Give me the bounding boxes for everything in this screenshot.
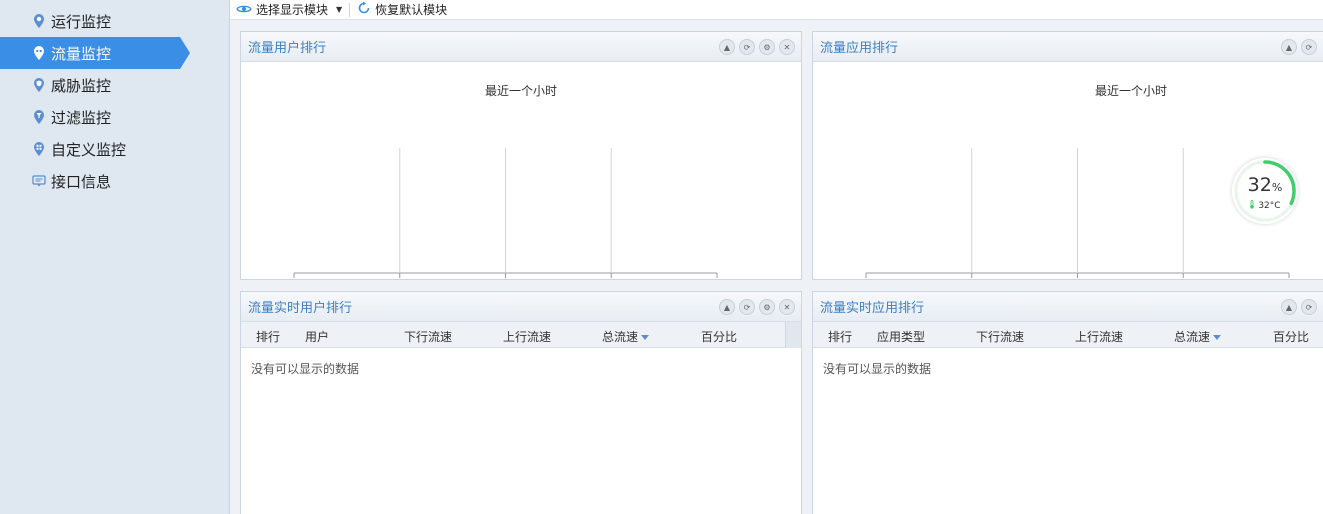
module-toolbar: 选择显示模块 ▼ 恢复默认模块: [230, 0, 1323, 20]
cpu-usage-gauge[interactable]: 32% 32°C: [1232, 158, 1298, 224]
empty-message: 没有可以显示的数据: [251, 362, 360, 376]
refresh-icon[interactable]: ⟳: [1301, 299, 1317, 315]
column-rank[interactable]: 排行: [828, 328, 852, 345]
custom-monitor-icon: [32, 141, 46, 157]
panel-header: 流量应用排行 ▲ ⟳: [813, 32, 1323, 62]
column-down-rate[interactable]: 下行流速: [976, 328, 1024, 345]
filter-monitor-icon: [32, 109, 46, 125]
header-scroll-spacer: [785, 322, 801, 348]
column-percent[interactable]: 百分比: [1273, 328, 1309, 345]
panel-title: 流量实时用户排行: [248, 301, 353, 316]
column-rank[interactable]: 排行: [256, 328, 280, 345]
app-rank-panel: 流量应用排行 ▲ ⟳ 最近一个小时 0B0.2B0.5B0.7B1B: [812, 31, 1323, 280]
column-down-rate[interactable]: 下行流速: [404, 328, 452, 345]
user-rank-chart: 0B0.2B0.5B0.7B1B: [293, 148, 718, 278]
refresh-icon: [357, 1, 371, 18]
collapse-icon[interactable]: ▲: [1281, 299, 1297, 315]
panel-title: 流量应用排行: [820, 41, 899, 56]
eye-icon: [236, 3, 252, 17]
caret-down-icon: ▼: [336, 5, 343, 14]
collapse-icon[interactable]: ▲: [719, 299, 735, 315]
select-modules-label: 选择显示模块: [256, 3, 329, 17]
sidebar-item-label: 运行监控: [51, 12, 112, 31]
column-total-rate-label: 总流速: [602, 330, 639, 344]
sidebar-item-label: 威胁监控: [51, 76, 112, 95]
close-icon[interactable]: ✕: [779, 299, 795, 315]
gauge-unit: %: [1271, 181, 1283, 194]
thermometer-icon: [1250, 200, 1255, 209]
sidebar-item-traffic-monitor[interactable]: 流量监控: [0, 37, 230, 69]
gauge-number: 32: [1247, 174, 1272, 196]
collapse-icon[interactable]: ▲: [1281, 39, 1297, 55]
column-total-rate-label: 总流速: [1174, 330, 1211, 344]
sidebar-item-label: 自定义监控: [51, 140, 127, 159]
panel-title: 流量用户排行: [248, 41, 327, 56]
sidebar-item-interface-info[interactable]: 接口信息: [0, 165, 230, 197]
table-header: 排行 应用类型 下行流速 上行流速 总流速 百分比: [813, 322, 1323, 348]
collapse-icon[interactable]: ▲: [719, 39, 735, 55]
column-up-rate[interactable]: 上行流速: [503, 328, 551, 345]
user-rank-panel: 流量用户排行 ▲ ⟳ ⚙ ✕ 最近一个小时 0B0.2B0.5B0.7B1B: [240, 31, 802, 280]
panel-header: 流量实时应用排行 ▲ ⟳: [813, 292, 1323, 322]
refresh-icon[interactable]: ⟳: [1301, 39, 1317, 55]
select-modules-button[interactable]: 选择显示模块 ▼: [236, 1, 342, 18]
run-monitor-icon: [32, 13, 46, 29]
refresh-icon[interactable]: ⟳: [739, 39, 755, 55]
gear-icon[interactable]: ⚙: [759, 299, 775, 315]
threat-monitor-icon: [32, 77, 46, 93]
gauge-temp-value: 32°C: [1258, 201, 1281, 211]
sidebar-item-threat-monitor[interactable]: 威胁监控: [0, 69, 230, 101]
sidebar-item-label: 过滤监控: [51, 108, 112, 127]
empty-message: 没有可以显示的数据: [823, 362, 932, 376]
sidebar-item-run-monitor[interactable]: 运行监控: [0, 5, 230, 37]
panel-tools: ▲ ⟳: [1281, 39, 1317, 55]
gear-icon[interactable]: ⚙: [759, 39, 775, 55]
panel-header: 流量用户排行 ▲ ⟳ ⚙ ✕: [241, 32, 801, 62]
column-total-rate[interactable]: 总流速: [602, 328, 650, 345]
panel-tools: ▲ ⟳: [1281, 299, 1317, 315]
panel-title: 流量实时应用排行: [820, 301, 925, 316]
column-app-type[interactable]: 应用类型: [877, 328, 925, 345]
sidebar-item-label: 流量监控: [51, 44, 112, 63]
sort-desc-icon: [1213, 335, 1222, 340]
panel-tools: ▲ ⟳ ⚙ ✕: [719, 299, 795, 315]
panel-header: 流量实时用户排行 ▲ ⟳ ⚙ ✕: [241, 292, 801, 322]
table-header: 排行 用户 下行流速 上行流速 总流速 百分比: [241, 322, 801, 348]
sidebar-item-filter-monitor[interactable]: 过滤监控: [0, 101, 230, 133]
gauge-value: 32%: [1232, 174, 1298, 196]
refresh-icon[interactable]: ⟳: [739, 299, 755, 315]
realtime-app-panel: 流量实时应用排行 ▲ ⟳ 排行 应用类型 下行流速 上行流速 总流速 百分比 没…: [812, 291, 1323, 514]
gauge-temperature: 32°C: [1232, 200, 1298, 211]
column-up-rate[interactable]: 上行流速: [1075, 328, 1123, 345]
column-total-rate[interactable]: 总流速: [1174, 328, 1222, 345]
column-percent[interactable]: 百分比: [701, 328, 737, 345]
close-icon[interactable]: ✕: [779, 39, 795, 55]
sidebar-item-custom-monitor[interactable]: 自定义监控: [0, 133, 230, 165]
restore-default-label: 恢复默认模块: [375, 3, 448, 17]
column-user[interactable]: 用户: [305, 328, 329, 345]
panel-tools: ▲ ⟳ ⚙ ✕: [719, 39, 795, 55]
toolbar-divider: [349, 2, 351, 17]
sort-desc-icon: [641, 335, 650, 340]
restore-default-button[interactable]: 恢复默认模块: [357, 1, 447, 18]
sidebar: 运行监控 流量监控 威胁监控 过滤监控 自定义监控 接口信息: [0, 0, 230, 514]
traffic-monitor-icon: [32, 45, 46, 61]
interface-info-icon: [32, 173, 46, 189]
sidebar-item-label: 接口信息: [51, 172, 112, 191]
realtime-user-panel: 流量实时用户排行 ▲ ⟳ ⚙ ✕ 排行 用户 下行流速 上行流速 总流速 百分比…: [240, 291, 802, 514]
